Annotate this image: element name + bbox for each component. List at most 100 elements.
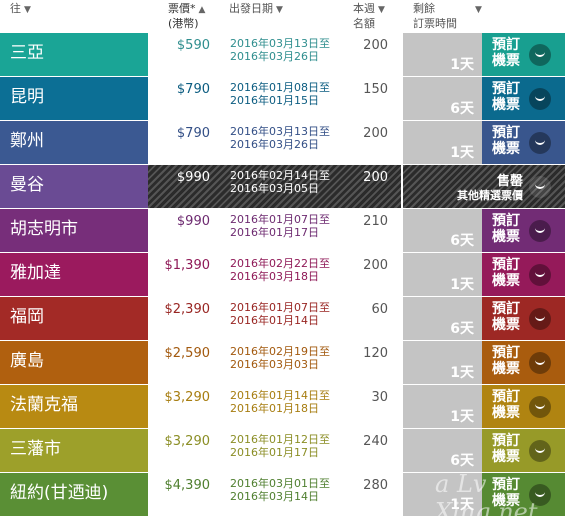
table-row[interactable]: 雅加達 $1,390 2016年02月22日至 2016年03月18日 200 1天 預訂機… <box>0 253 565 296</box>
remaining-time: 1天 <box>403 33 482 76</box>
smile-icon <box>529 308 551 330</box>
remain-header-label: 剩餘 <box>413 2 435 15</box>
date-start: 2016年02月14日至 <box>230 169 330 182</box>
weekly-quota: 60 <box>371 302 388 317</box>
remaining-days: 1天 <box>450 365 474 381</box>
fare-details: $790 2016年01月08日至 2016年01月15日 150 <box>148 77 401 120</box>
remaining-time: 1天 <box>403 385 482 428</box>
table-row[interactable]: 三亞 $590 2016年03月13日至 2016年03月26日 200 1天 預訂機票 <box>0 33 565 76</box>
remaining-time: 6天 <box>403 77 482 120</box>
fare-details: $990 2016年01月07日至 2016年01月17日 210 <box>148 209 401 252</box>
fare-details: $3,290 2016年01月14日至 2016年01月18日 30 <box>148 385 401 428</box>
smile-icon <box>529 352 551 374</box>
destination-name[interactable]: 福岡 <box>0 297 148 340</box>
table-row[interactable]: 鄭州 $790 2016年03月13日至 2016年03月26日 200 1天 預訂機票 <box>0 121 565 164</box>
destination-name[interactable]: 三藩市 <box>0 429 148 472</box>
destination-name[interactable]: 廣島 <box>0 341 148 384</box>
departure-dates: 2016年03月13日至 2016年03月26日 <box>230 37 330 63</box>
remaining-days: 6天 <box>450 321 474 337</box>
weekly-quota: 210 <box>363 214 388 229</box>
table-row[interactable]: 三藩市 $3,290 2016年01月12日至 2016年01月17日 240 6天 預訂機… <box>0 429 565 472</box>
date-start: 2016年01月07日至 <box>230 213 330 226</box>
departure-dates: 2016年03月01日至 2016年03月14日 <box>230 477 330 503</box>
destination-name[interactable]: 昆明 <box>0 77 148 120</box>
sold-out-panel[interactable]: 售罄 其他精選票價 <box>403 165 565 208</box>
fare-details: $3,290 2016年01月12日至 2016年01月17日 240 <box>148 429 401 472</box>
departure-dates: 2016年03月13日至 2016年03月26日 <box>230 125 330 151</box>
weekly-quota: 120 <box>363 346 388 361</box>
table-row[interactable]: 曼谷 $990 2016年02月14日至 2016年03月05日 200 售罄 其他精選票價 <box>0 165 565 208</box>
remaining-time: 6天 <box>403 209 482 252</box>
destination-name[interactable]: 鄭州 <box>0 121 148 164</box>
table-row[interactable]: 胡志明市 $990 2016年01月07日至 2016年01月17日 210 6天 預訂機票 <box>0 209 565 252</box>
weekly-quota: 200 <box>363 38 388 53</box>
book-ticket-button[interactable]: 預訂機票 <box>482 341 565 384</box>
triangle-down-icon: ▼ <box>378 5 385 15</box>
weekly-quota: 240 <box>363 434 388 449</box>
date-end: 2016年03月05日 <box>230 182 319 195</box>
book-ticket-button[interactable]: 預訂機票 <box>482 253 565 296</box>
fare-price: $790 <box>176 126 210 141</box>
remaining-time: 6天 <box>403 429 482 472</box>
weekly-header-label2: 名額 <box>353 17 375 30</box>
book-ticket-label: 預訂機票 <box>492 125 520 157</box>
date-end: 2016年03月03日 <box>230 358 319 371</box>
book-ticket-button[interactable]: 預訂機票 <box>482 429 565 472</box>
remaining-time-header[interactable]: 剩餘 ▼ 訂票時間 <box>413 2 482 30</box>
smile-icon <box>529 88 551 110</box>
table-row[interactable]: 廣島 $2,590 2016年02月19日至 2016年03月03日 120 1天 預訂機票 <box>0 341 565 384</box>
weekly-quota: 280 <box>363 478 388 493</box>
destination-header-label: 往 <box>10 2 21 15</box>
departure-dates: 2016年02月19日至 2016年03月03日 <box>230 345 330 371</box>
fare-details: $4,390 2016年03月01日至 2016年03月14日 280 <box>148 473 401 516</box>
departure-dates: 2016年01月14日至 2016年01月18日 <box>230 389 330 415</box>
book-ticket-button[interactable]: 預訂機票 <box>482 209 565 252</box>
fare-price: $990 <box>176 214 210 229</box>
destination-name[interactable]: 法蘭克福 <box>0 385 148 428</box>
destination-name[interactable]: 曼谷 <box>0 165 148 208</box>
remaining-time: 1天 <box>403 253 482 296</box>
destination-header[interactable]: 往 ▼ <box>10 2 31 17</box>
departure-dates: 2016年02月22日至 2016年03月18日 <box>230 257 330 283</box>
book-ticket-label: 預訂機票 <box>492 37 520 69</box>
table-row[interactable]: 福岡 $2,390 2016年01月07日至 2016年01月14日 60 6天 預訂機票 <box>0 297 565 340</box>
date-header[interactable]: 出發日期 ▼ <box>229 2 283 17</box>
remain-header-label2: 訂票時間 <box>413 17 457 30</box>
fare-price: $3,290 <box>164 390 211 405</box>
date-header-label: 出發日期 <box>229 2 273 15</box>
date-start: 2016年01月08日至 <box>230 81 330 94</box>
remaining-days: 6天 <box>450 453 474 469</box>
weekly-quota-header[interactable]: 本週 ▼ 名額 <box>353 2 385 30</box>
book-ticket-button[interactable]: 預訂機票 <box>482 121 565 164</box>
fare-price: $2,590 <box>164 346 211 361</box>
date-start: 2016年01月07日至 <box>230 301 330 314</box>
book-ticket-button[interactable]: 預訂機票 <box>482 297 565 340</box>
book-ticket-button[interactable]: 預訂機票 <box>482 385 565 428</box>
destination-name[interactable]: 雅加達 <box>0 253 148 296</box>
destination-name[interactable]: 紐約(甘迺迪) <box>0 473 148 516</box>
fare-details: $2,590 2016年02月19日至 2016年03月03日 120 <box>148 341 401 384</box>
fare-price: $4,390 <box>164 478 211 493</box>
date-start: 2016年03月01日至 <box>230 477 330 490</box>
other-fares-link[interactable]: 其他精選票價 <box>457 187 523 203</box>
book-ticket-button[interactable]: 預訂機票 <box>482 77 565 120</box>
departure-dates: 2016年01月08日至 2016年01月15日 <box>230 81 330 107</box>
date-start: 2016年01月12日至 <box>230 433 330 446</box>
fare-details: $1,390 2016年02月22日至 2016年03月18日 200 <box>148 253 401 296</box>
table-row[interactable]: 昆明 $790 2016年01月08日至 2016年01月15日 150 6天 預訂機票 <box>0 77 565 120</box>
destination-name[interactable]: 三亞 <box>0 33 148 76</box>
book-ticket-button[interactable]: 預訂機票 <box>482 33 565 76</box>
table-row[interactable]: 法蘭克福 $3,290 2016年01月14日至 2016年01月18日 30 1天 預訂機… <box>0 385 565 428</box>
fare-price: $590 <box>176 38 210 53</box>
triangle-down-icon: ▼ <box>276 5 283 15</box>
fare-price: $1,390 <box>164 258 211 273</box>
remaining-days: 1天 <box>450 145 474 161</box>
date-start: 2016年02月22日至 <box>230 257 330 270</box>
price-header[interactable]: 票價* ▲ (港幣) <box>168 2 205 30</box>
date-end: 2016年01月15日 <box>230 94 319 107</box>
book-ticket-label: 預訂機票 <box>492 81 520 113</box>
weekly-quota: 150 <box>363 82 388 97</box>
book-ticket-label: 預訂機票 <box>492 389 520 421</box>
destination-name[interactable]: 胡志明市 <box>0 209 148 252</box>
date-end: 2016年03月26日 <box>230 138 319 151</box>
